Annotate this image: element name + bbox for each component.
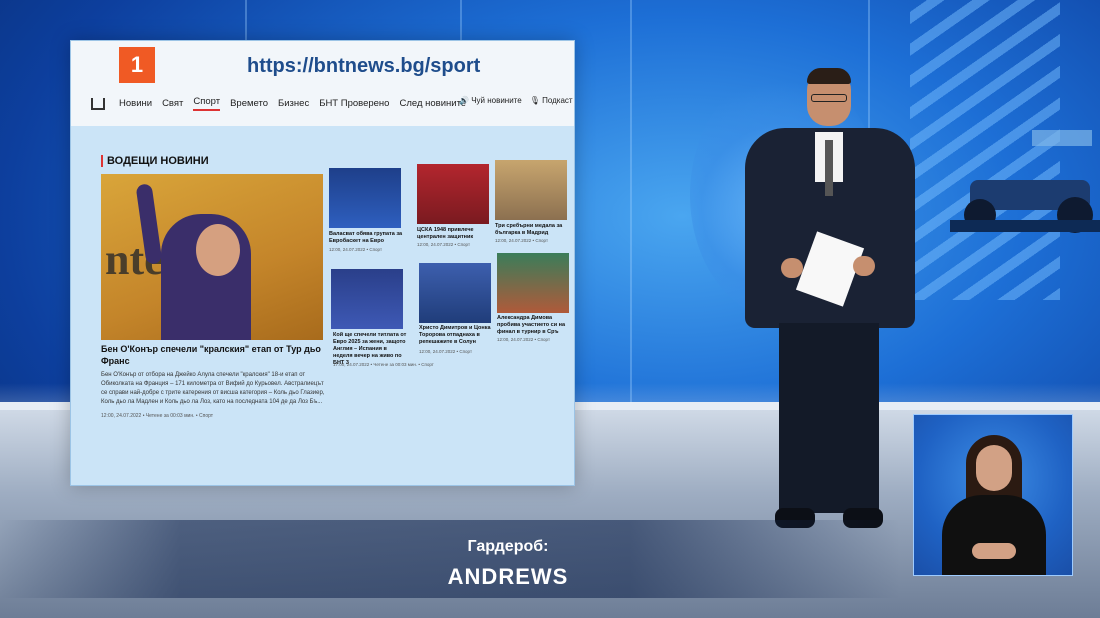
story-meta-1: 12:00, 24.07.2022 • Спорт xyxy=(329,247,383,252)
nav-item-business[interactable]: Бизнес xyxy=(278,98,309,109)
presenter-legs xyxy=(779,323,879,513)
nav-item-after-news[interactable]: След новините xyxy=(399,98,466,109)
story-thumb-4[interactable] xyxy=(331,269,403,329)
story-meta-4: 17:00, 24.07.2022 • Четене за 00:03 мин.… xyxy=(333,362,434,367)
home-icon[interactable] xyxy=(91,97,105,110)
interpreter-face xyxy=(976,445,1012,491)
story-thumb-6[interactable] xyxy=(497,253,569,313)
listen-news-link[interactable]: 🔊 Чуй новините xyxy=(459,96,522,105)
story-title-3[interactable]: Три сребърни медала за българка в Мадрид xyxy=(495,223,569,237)
nav-item-verified[interactable]: БНТ Проверено xyxy=(319,98,389,109)
podcast-label: Подкаст xyxy=(542,96,573,105)
section-title: ВОДЕЩИ НОВИНИ xyxy=(101,155,209,167)
main-story-headline[interactable]: Бен О'Конър спечели "кралския" етап от Т… xyxy=(101,343,325,367)
site-url[interactable]: https://bntnews.bg/sport xyxy=(247,55,480,78)
caption-label: Гардероб: xyxy=(467,538,549,555)
panel-divider xyxy=(630,0,632,440)
nav-item-world[interactable]: Свят xyxy=(162,98,183,109)
presenter xyxy=(735,68,915,538)
story-thumb-1[interactable] xyxy=(329,168,401,228)
listen-news-label: Чуй новините xyxy=(471,96,522,105)
caption-name: ANDREWS xyxy=(447,564,569,589)
story-meta-3: 12:00, 24.07.2022 • Спорт xyxy=(495,238,549,243)
nav-item-weather[interactable]: Времето xyxy=(230,98,268,109)
podcast-link[interactable]: 🎙 Подкаст xyxy=(530,96,573,105)
presenter-hand-left xyxy=(781,258,803,278)
presenter-tie xyxy=(825,140,833,196)
story-thumb-3[interactable] xyxy=(495,160,567,220)
wardrobe-caption: Гардероб: ANDREWS xyxy=(0,520,1100,598)
nav-item-sport[interactable]: Спорт xyxy=(193,96,221,111)
main-story-photo[interactable]: ntel xyxy=(101,174,323,340)
story-title-6[interactable]: Александра Димова пробива участието си н… xyxy=(497,315,571,336)
site-nav: Новини Свят Спорт Времето Бизнес БНТ Про… xyxy=(91,96,466,111)
presenter-glasses xyxy=(811,94,847,102)
race-car-graphic xyxy=(950,130,1100,233)
video-wall-website: 1 https://bntnews.bg/sport Новини Свят С… xyxy=(70,40,575,486)
bnt-logo[interactable]: 1 xyxy=(119,47,155,83)
main-story-meta: 12:00, 24.07.2022 • Четене за 00:03 мин.… xyxy=(101,413,214,419)
site-header: 1 https://bntnews.bg/sport Новини Свят С… xyxy=(71,41,574,126)
story-title-1[interactable]: Валасват обява групата за Евробаскет на … xyxy=(329,231,403,245)
presenter-hair xyxy=(807,68,851,84)
story-meta-6: 12:00, 24.07.2022 • Спорт xyxy=(497,337,551,342)
story-thumb-2[interactable] xyxy=(417,164,489,224)
cyclist-head xyxy=(196,224,240,276)
story-title-2[interactable]: ЦСКА 1948 привлече централен защитник xyxy=(417,227,491,241)
nav-item-news[interactable]: Новини xyxy=(119,98,152,109)
presenter-hand-right xyxy=(853,256,875,276)
story-thumb-5[interactable] xyxy=(419,263,491,323)
story-title-5[interactable]: Христо Димитров и Цонка Торорова отпадна… xyxy=(419,325,493,346)
site-nav-right: 🔊 Чуй новините 🎙 Подкаст xyxy=(459,96,573,105)
story-meta-5: 12:00, 24.07.2022 • Спорт xyxy=(419,349,473,354)
story-meta-2: 12:00, 24.07.2022 • Спорт xyxy=(417,242,471,247)
main-story-lead: Бен О'Конър от отбора на Джейко Алула сп… xyxy=(101,372,325,405)
